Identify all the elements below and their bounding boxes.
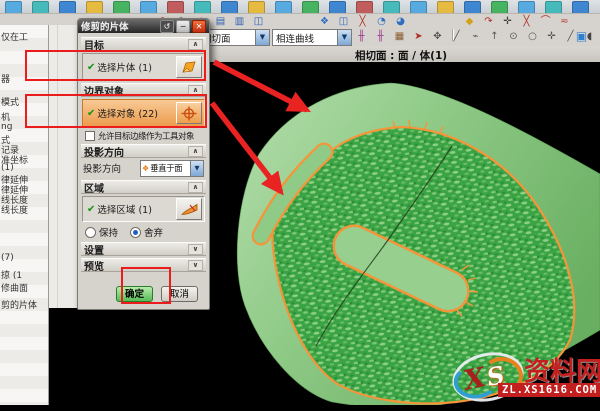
check-icon: ✔ (87, 62, 95, 73)
navigator-item-fragment[interactable]: 剪的片体 (1, 298, 37, 311)
projection-direction-value: 垂直于面 (150, 162, 190, 174)
section-region[interactable]: 区域 ∧ (81, 180, 206, 194)
collapse-icon[interactable]: ∧ (188, 182, 203, 193)
region-option-row: 保持 舍弃 (81, 224, 206, 240)
crosshair-icon (181, 106, 197, 121)
region-select-button[interactable] (176, 198, 202, 220)
projection-direction-combo[interactable]: ❖ 垂直于面 ▼ (140, 160, 204, 177)
section-settings[interactable]: 设置 ∨ (81, 242, 206, 256)
dialog-body: 目标 ∧ ✔ 选择片体 (1) 边界对象 ∧ ✔ 选择对象 (22) (78, 33, 209, 302)
navigator-item-fragment[interactable]: 修曲面 (1, 281, 28, 294)
section-preview[interactable]: 预览 ∨ (81, 258, 206, 272)
section-target[interactable]: 目标 ∧ (81, 37, 206, 51)
checkbox-icon[interactable] (85, 131, 95, 141)
navigator-item-fragment[interactable]: 仅在工 (1, 30, 28, 43)
dialog-reset-button[interactable]: ↺ (160, 20, 174, 33)
normal-to-face-icon: ❖ (142, 164, 149, 173)
chevron-down-icon[interactable]: ▼ (190, 161, 203, 176)
object-select-button[interactable] (176, 102, 202, 124)
expand-icon[interactable]: ∨ (188, 260, 203, 271)
select-region-row[interactable]: ✔ 选择区域 (1) (82, 196, 205, 222)
section-boundary-label: 边界对象 (84, 83, 188, 98)
navigator-item-fragment[interactable]: 模式 (1, 95, 19, 108)
dialog-title-bar[interactable]: 修剪的片体 ↺ − ✕ (78, 19, 209, 33)
section-settings-label: 设置 (84, 242, 188, 257)
check-icon: ✔ (87, 108, 95, 119)
section-target-label: 目标 (84, 37, 188, 52)
navigator-item-fragment[interactable]: 掠 (1 (1, 268, 22, 281)
sheet-select-button[interactable] (176, 56, 202, 78)
select-object-label: 选择对象 (22) (97, 106, 176, 120)
section-preview-label: 预览 (84, 258, 188, 273)
region-icon (181, 203, 198, 216)
trimmed-sheet-dialog: 修剪的片体 ↺ − ✕ 目标 ∧ ✔ 选择片体 (1) 边界对象 ∧ ✔ 选择对… (77, 18, 210, 310)
collapse-icon[interactable]: ∧ (188, 39, 203, 50)
check-icon: ✔ (87, 204, 95, 215)
dialog-close-button[interactable]: ✕ (192, 20, 206, 33)
select-object-row[interactable]: ✔ 选择对象 (22) (82, 99, 205, 127)
navigator-item-fragment[interactable]: 器 (1, 72, 10, 85)
projection-direction-row: 投影方向 ❖ 垂直于面 ▼ (81, 158, 206, 178)
resource-bar-panel (49, 25, 78, 308)
dialog-minimize-button[interactable]: − (176, 20, 190, 33)
collapse-icon[interactable]: ∧ (188, 85, 203, 96)
navigator-item-fragment[interactable]: (7) (1, 253, 14, 263)
watermark-logo: X S (448, 346, 528, 408)
discard-radio[interactable]: 舍弃 (130, 225, 163, 239)
collapse-icon[interactable]: ∧ (188, 146, 203, 157)
section-projection-label: 投影方向 (84, 144, 188, 159)
radio-icon[interactable] (85, 227, 96, 238)
expand-icon[interactable]: ∨ (188, 244, 203, 255)
section-region-label: 区域 (84, 180, 188, 195)
select-region-label: 选择区域 (1) (97, 202, 176, 216)
projection-direction-label: 投影方向 (83, 161, 140, 175)
keep-radio[interactable]: 保持 (85, 225, 118, 239)
sheet-icon (181, 60, 197, 74)
allow-target-edges-row[interactable]: 允许目标边缘作为工具对象 (81, 129, 206, 142)
watermark: X S 资料网 ZL.XS1616.COM (450, 351, 600, 401)
section-projection[interactable]: 投影方向 ∧ (81, 144, 206, 158)
part-navigator-sidebar[interactable]: 仅在工器模式机ng式记录准坐标(1)律延伸律延伸线长度线长度(7)掠 (1修曲面… (0, 25, 49, 405)
radio-selected-icon[interactable] (130, 227, 141, 238)
select-sheet-row[interactable]: ✔ 选择片体 (1) (82, 53, 205, 81)
section-boundary[interactable]: 边界对象 ∧ (81, 83, 206, 97)
keep-label: 保持 (99, 225, 118, 239)
cancel-button[interactable]: 取消 (161, 286, 198, 302)
ok-button[interactable]: 确定 (116, 286, 153, 302)
allow-target-edges-label: 允许目标边缘作为工具对象 (98, 130, 194, 142)
panel-divider (57, 25, 58, 308)
dialog-title: 修剪的片体 (81, 19, 158, 33)
navigator-item-fragment[interactable]: (1) (1, 163, 14, 173)
navigator-item-fragment[interactable]: 线长度 (1, 203, 28, 216)
dialog-button-row: 确定 取消 (81, 272, 206, 302)
navigator-item-fragment[interactable]: ng (1, 122, 12, 132)
select-sheet-label: 选择片体 (1) (97, 60, 176, 74)
watermark-url: ZL.XS1616.COM (498, 383, 600, 397)
discard-label: 舍弃 (144, 225, 163, 239)
